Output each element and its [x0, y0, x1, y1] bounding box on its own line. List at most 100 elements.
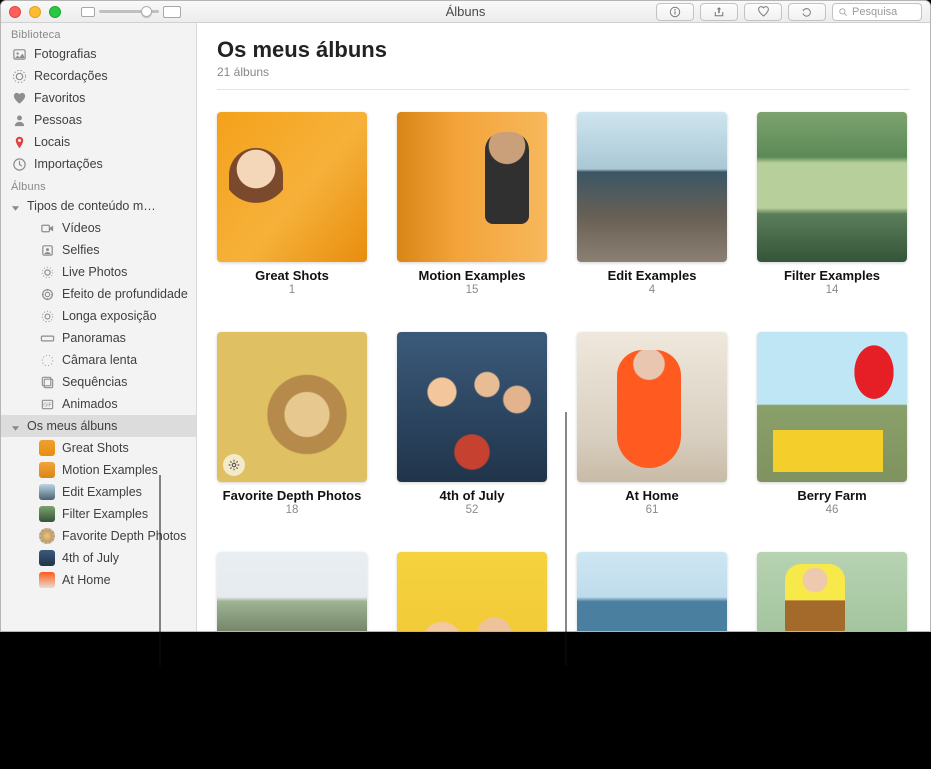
album-cover[interactable]	[217, 552, 367, 631]
album-thumb-icon	[39, 572, 55, 588]
search-field[interactable]: Pesquisa	[832, 3, 922, 21]
video-icon	[39, 220, 55, 236]
album-cover[interactable]	[397, 552, 547, 631]
person-icon	[11, 112, 27, 128]
burst-icon	[39, 374, 55, 390]
album-cover[interactable]	[577, 332, 727, 482]
window-body: BibliotecaFotografiasRecordaçõesFavorito…	[1, 23, 930, 631]
album-cover[interactable]	[397, 332, 547, 482]
sidebar-item-label: Vídeos	[62, 221, 188, 235]
sidebar-item-label: Efeito de profundidade	[62, 287, 188, 301]
album-tile[interactable]: Favorite Depth Photos18	[217, 332, 367, 516]
thumbnail-large-icon	[163, 6, 181, 18]
sidebar-item[interactable]: Vídeos	[1, 217, 196, 239]
favorite-button[interactable]	[744, 3, 782, 21]
album-cover-image	[217, 552, 367, 631]
album-tile[interactable]	[577, 552, 727, 631]
sidebar-item-label: Sequências	[62, 375, 188, 389]
search-icon	[838, 7, 848, 17]
sidebar-item[interactable]: Efeito de profundidade	[1, 283, 196, 305]
sidebar-item[interactable]: Os meus álbuns	[1, 415, 196, 437]
sidebar-item[interactable]: Edit Examples	[1, 481, 196, 503]
album-tile[interactable]: At Home61	[577, 332, 727, 516]
album-name: Edit Examples	[577, 268, 727, 283]
close-window-button[interactable]	[9, 6, 21, 18]
sidebar-item[interactable]: Importações	[1, 153, 196, 175]
sidebar-item[interactable]: Great Shots	[1, 437, 196, 459]
sidebar-item[interactable]: 4th of July	[1, 547, 196, 569]
album-thumb-icon	[39, 484, 55, 500]
sidebar-item[interactable]: Locais	[1, 131, 196, 153]
disclosure-triangle-icon[interactable]	[11, 202, 20, 211]
album-cover[interactable]	[217, 112, 367, 262]
slider-knob[interactable]	[141, 6, 152, 17]
main-content: Os meus álbuns 21 álbuns Great Shots1Mot…	[197, 23, 930, 631]
sidebar-item-label: Tipos de conteúdo m…	[27, 199, 188, 213]
sidebar-item-label: Pessoas	[34, 113, 188, 127]
album-tile[interactable]: Edit Examples4	[577, 112, 727, 296]
album-tile[interactable]: Filter Examples14	[757, 112, 907, 296]
minimize-window-button[interactable]	[29, 6, 41, 18]
sidebar-item[interactable]: Câmara lenta	[1, 349, 196, 371]
disclosure-triangle-icon[interactable]	[11, 422, 20, 431]
fullscreen-window-button[interactable]	[49, 6, 61, 18]
album-count: 14	[757, 284, 907, 296]
album-cover[interactable]	[757, 552, 907, 631]
album-tile[interactable]	[217, 552, 367, 631]
sidebar-item[interactable]: Sequências	[1, 371, 196, 393]
sidebar: BibliotecaFotografiasRecordaçõesFavorito…	[1, 23, 197, 631]
sidebar-item[interactable]: Motion Examples	[1, 459, 196, 481]
sidebar-item-label: Panoramas	[62, 331, 188, 345]
info-icon	[669, 6, 681, 18]
sidebar-item[interactable]: Tipos de conteúdo m…	[1, 195, 196, 217]
sidebar-item[interactable]: Selfies	[1, 239, 196, 261]
sidebar-item-label: Animados	[62, 397, 188, 411]
sidebar-item[interactable]: Filter Examples	[1, 503, 196, 525]
sidebar-item[interactable]: At Home	[1, 569, 196, 591]
sidebar-item[interactable]: Recordações	[1, 65, 196, 87]
albums-grid: Great Shots1Motion Examples15Edit Exampl…	[217, 90, 910, 631]
rotate-button[interactable]	[788, 3, 826, 21]
album-cover[interactable]	[577, 552, 727, 631]
album-cover[interactable]	[757, 332, 907, 482]
sidebar-item[interactable]: Pessoas	[1, 109, 196, 131]
album-tile[interactable]	[397, 552, 547, 631]
album-name: At Home	[577, 488, 727, 503]
sidebar-item[interactable]: Longa exposição	[1, 305, 196, 327]
sidebar-item-label: Câmara lenta	[62, 353, 188, 367]
toolbar-right: Pesquisa	[656, 3, 922, 21]
app-window: Álbuns Pesquisa BibliotecaFotografiasRec…	[0, 0, 931, 632]
sidebar-item[interactable]: Panoramas	[1, 327, 196, 349]
album-name: Filter Examples	[757, 268, 907, 283]
album-tile[interactable]: 4th of July52	[397, 332, 547, 516]
album-cover[interactable]	[397, 112, 547, 262]
thumbnail-size-slider[interactable]	[99, 10, 159, 13]
photos-icon	[11, 46, 27, 62]
album-tile[interactable]: Great Shots1	[217, 112, 367, 296]
album-tile[interactable]: Motion Examples15	[397, 112, 547, 296]
rotate-icon	[801, 6, 813, 18]
album-thumb-icon	[39, 550, 55, 566]
album-tile[interactable]	[757, 552, 907, 631]
album-cover[interactable]	[577, 112, 727, 262]
info-button[interactable]	[656, 3, 694, 21]
album-tile[interactable]: Berry Farm46	[757, 332, 907, 516]
sidebar-item[interactable]: Favoritos	[1, 87, 196, 109]
sidebar-item[interactable]: GIFAnimados	[1, 393, 196, 415]
titlebar: Álbuns Pesquisa	[1, 1, 930, 23]
sidebar-item[interactable]: Live Photos	[1, 261, 196, 283]
album-count: 18	[217, 504, 367, 516]
thumbnail-size-control	[81, 6, 181, 18]
album-cover[interactable]	[757, 112, 907, 262]
album-name: 4th of July	[397, 488, 547, 503]
album-name: Berry Farm	[757, 488, 907, 503]
sidebar-item[interactable]: Fotografias	[1, 43, 196, 65]
sidebar-item[interactable]: Favorite Depth Photos	[1, 525, 196, 547]
share-button[interactable]	[700, 3, 738, 21]
album-cover-image	[397, 332, 547, 482]
album-cover[interactable]	[217, 332, 367, 482]
longexp-icon	[39, 308, 55, 324]
slomo-icon	[39, 352, 55, 368]
sidebar-item-label: Favoritos	[34, 91, 188, 105]
depth-icon	[39, 286, 55, 302]
